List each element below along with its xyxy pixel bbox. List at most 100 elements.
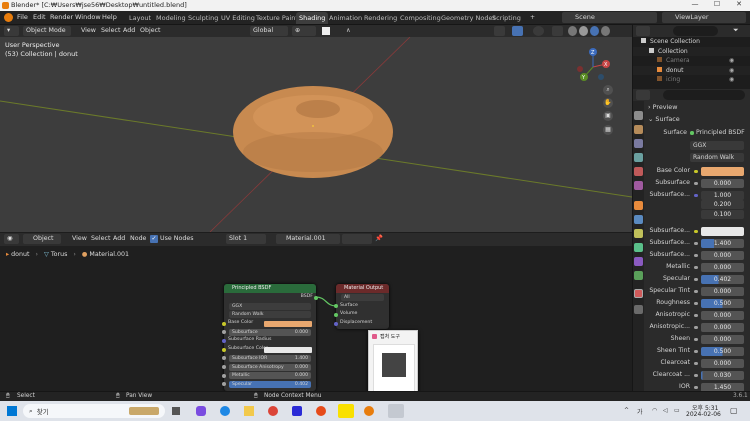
menu-edit[interactable]: Edit xyxy=(33,13,46,21)
store-icon[interactable] xyxy=(292,406,302,416)
displacement-input-socket[interactable] xyxy=(334,321,338,326)
bsdf-value-field[interactable]: Subsurface IOR 1.400 xyxy=(229,354,311,362)
property-value-slider[interactable]: 0.030 xyxy=(701,370,744,380)
windows-start-icon[interactable] xyxy=(7,406,17,416)
language-icon[interactable]: 가 xyxy=(637,407,643,416)
render-tab-icon[interactable] xyxy=(634,125,643,134)
property-value-slider[interactable]: 1.450 xyxy=(701,382,744,391)
data-tab-icon[interactable] xyxy=(634,271,643,280)
maximize-button[interactable]: ☐ xyxy=(706,0,728,11)
outliner-item[interactable]: donut ◉ xyxy=(633,65,750,76)
volume-input-socket[interactable] xyxy=(334,312,338,317)
copilot-icon[interactable] xyxy=(196,406,206,416)
subsurface-radius-y[interactable]: 0.200 xyxy=(701,200,744,209)
visibility-eye-icon[interactable]: ◉ xyxy=(729,66,734,76)
subsurface-value[interactable]: 0.000 xyxy=(701,178,744,188)
bsdf-value-field[interactable]: Specular 0.402 xyxy=(229,380,311,388)
surface-panel-toggle[interactable]: ⌄ Surface xyxy=(648,115,680,123)
material-name-field[interactable]: Material.001 xyxy=(276,234,340,244)
chrome-icon[interactable] xyxy=(268,406,278,416)
bsdf-color-swatch[interactable] xyxy=(264,320,312,327)
node-editor-type-icon[interactable]: ◉ xyxy=(4,234,19,244)
distribution-dropdown-panel[interactable]: GGX xyxy=(690,141,744,150)
shading-solid-icon[interactable] xyxy=(579,26,588,36)
outliner-editor-type-icon[interactable] xyxy=(636,26,650,36)
property-value-slider[interactable]: 0.000 xyxy=(701,310,744,320)
bsdf-input-socket[interactable] xyxy=(222,373,226,378)
visibility-eye-icon[interactable]: ◉ xyxy=(729,75,734,85)
use-nodes-checkbox[interactable]: ✓ xyxy=(150,235,158,243)
outliner-search-input[interactable] xyxy=(673,26,718,36)
base-color-swatch[interactable] xyxy=(701,166,744,176)
surface-shader-value[interactable]: Principled BSDF xyxy=(696,129,745,136)
property-value-slider[interactable]: 1.400 xyxy=(701,238,744,248)
zoom-icon[interactable]: ⌕ xyxy=(603,85,613,95)
tab-rendering[interactable]: Rendering xyxy=(361,12,400,24)
subsurface-color-swatch[interactable] xyxy=(701,226,744,236)
tool-tab-icon[interactable] xyxy=(634,111,643,120)
viewport-menu-select[interactable]: Select xyxy=(101,26,120,36)
constraints-tab-icon[interactable] xyxy=(634,257,643,266)
outliner-item[interactable]: Scene Collection xyxy=(633,37,750,47)
bsdf-input-socket[interactable] xyxy=(222,365,226,369)
property-value-slider[interactable]: 0.000 xyxy=(701,322,744,332)
proportional-edit-icon[interactable]: ∧ xyxy=(346,26,351,36)
bsdf-color-swatch[interactable] xyxy=(264,346,312,353)
property-value-slider[interactable]: 0.000 xyxy=(701,286,744,296)
chrome-2-icon[interactable] xyxy=(316,406,326,416)
menu-window[interactable]: Window xyxy=(75,13,101,21)
bsdf-input-socket[interactable] xyxy=(222,382,226,387)
property-value-slider[interactable]: 0.000 xyxy=(701,334,744,344)
bsdf-input-socket[interactable] xyxy=(222,330,226,335)
outliner-item[interactable]: Camera ◉ xyxy=(633,56,750,66)
property-value-slider[interactable]: 0.402 xyxy=(701,274,744,284)
node-menu-node[interactable]: Node xyxy=(130,234,146,244)
outliner-item[interactable]: icing ◉ xyxy=(633,75,750,85)
tab-uv-editing[interactable]: UV Editing xyxy=(218,12,258,24)
node-menu-view[interactable]: View xyxy=(72,234,87,244)
scene-tab-icon[interactable] xyxy=(634,167,643,176)
tab-layout[interactable]: Layout xyxy=(126,12,154,24)
node-menu-select[interactable]: Select xyxy=(91,234,110,244)
menu-file[interactable]: File xyxy=(17,13,28,21)
blender-taskbar-icon[interactable] xyxy=(364,406,374,416)
viewport-menu-add[interactable]: Add xyxy=(123,26,135,36)
material-slot-dropdown[interactable]: Slot 1 xyxy=(226,234,266,244)
material-actions[interactable] xyxy=(342,234,372,244)
taskbar-search[interactable]: ⌕ 찾기 xyxy=(23,404,165,418)
kakaotalk-icon[interactable] xyxy=(338,404,354,418)
bsdf-value-field[interactable]: Subsurface 0.000 xyxy=(229,328,311,336)
preview-panel-toggle[interactable]: › Preview xyxy=(648,103,677,111)
snap-icon[interactable] xyxy=(322,27,330,35)
subsurface-method-dropdown-panel[interactable]: Random Walk xyxy=(690,153,744,162)
shading-rendered-icon[interactable] xyxy=(601,26,610,36)
filter-icon[interactable]: ⏷ xyxy=(733,26,739,35)
close-button[interactable]: ✕ xyxy=(728,0,750,11)
object-tab-icon[interactable] xyxy=(634,201,643,210)
task-view-icon[interactable] xyxy=(172,407,180,415)
bsdf-value-field[interactable]: Metallic 0.000 xyxy=(229,372,311,380)
add-workspace-icon[interactable]: + xyxy=(530,14,535,21)
camera-view-icon[interactable]: ▣ xyxy=(603,111,613,121)
menu-render[interactable]: Render xyxy=(50,13,73,21)
tab-sculpting[interactable]: Sculpting xyxy=(185,12,221,24)
perspective-toggle-icon[interactable]: ▦ xyxy=(603,125,613,135)
node-editor[interactable]: ▸ donut › ▽ Torus › ● Material.001 Princ… xyxy=(0,246,632,391)
snipping-taskbar-icon[interactable] xyxy=(388,404,404,418)
battery-icon[interactable]: ▭ xyxy=(674,407,680,414)
texture-tab-icon[interactable] xyxy=(634,305,643,314)
edge-icon[interactable] xyxy=(220,406,230,416)
surface-input-socket[interactable] xyxy=(334,304,338,309)
tab-texture-paint[interactable]: Texture Paint xyxy=(253,12,301,24)
tab-scripting[interactable]: Scripting xyxy=(489,12,524,24)
blender-menu-icon[interactable] xyxy=(4,13,13,22)
viewport-menu-object[interactable]: Object xyxy=(140,26,161,36)
viewport-menu-view[interactable]: View xyxy=(81,26,96,36)
property-value-slider[interactable]: 0.500 xyxy=(701,298,744,308)
xray-icon[interactable] xyxy=(552,26,563,36)
editor-type-icon[interactable]: ▾ xyxy=(4,26,19,36)
world-tab-icon[interactable] xyxy=(634,181,643,190)
shader-type-dropdown[interactable]: Object xyxy=(23,234,61,244)
subsurface-radius-z[interactable]: 0.100 xyxy=(701,210,744,219)
snipping-tool-preview[interactable]: 캡처 도구 xyxy=(368,330,418,391)
